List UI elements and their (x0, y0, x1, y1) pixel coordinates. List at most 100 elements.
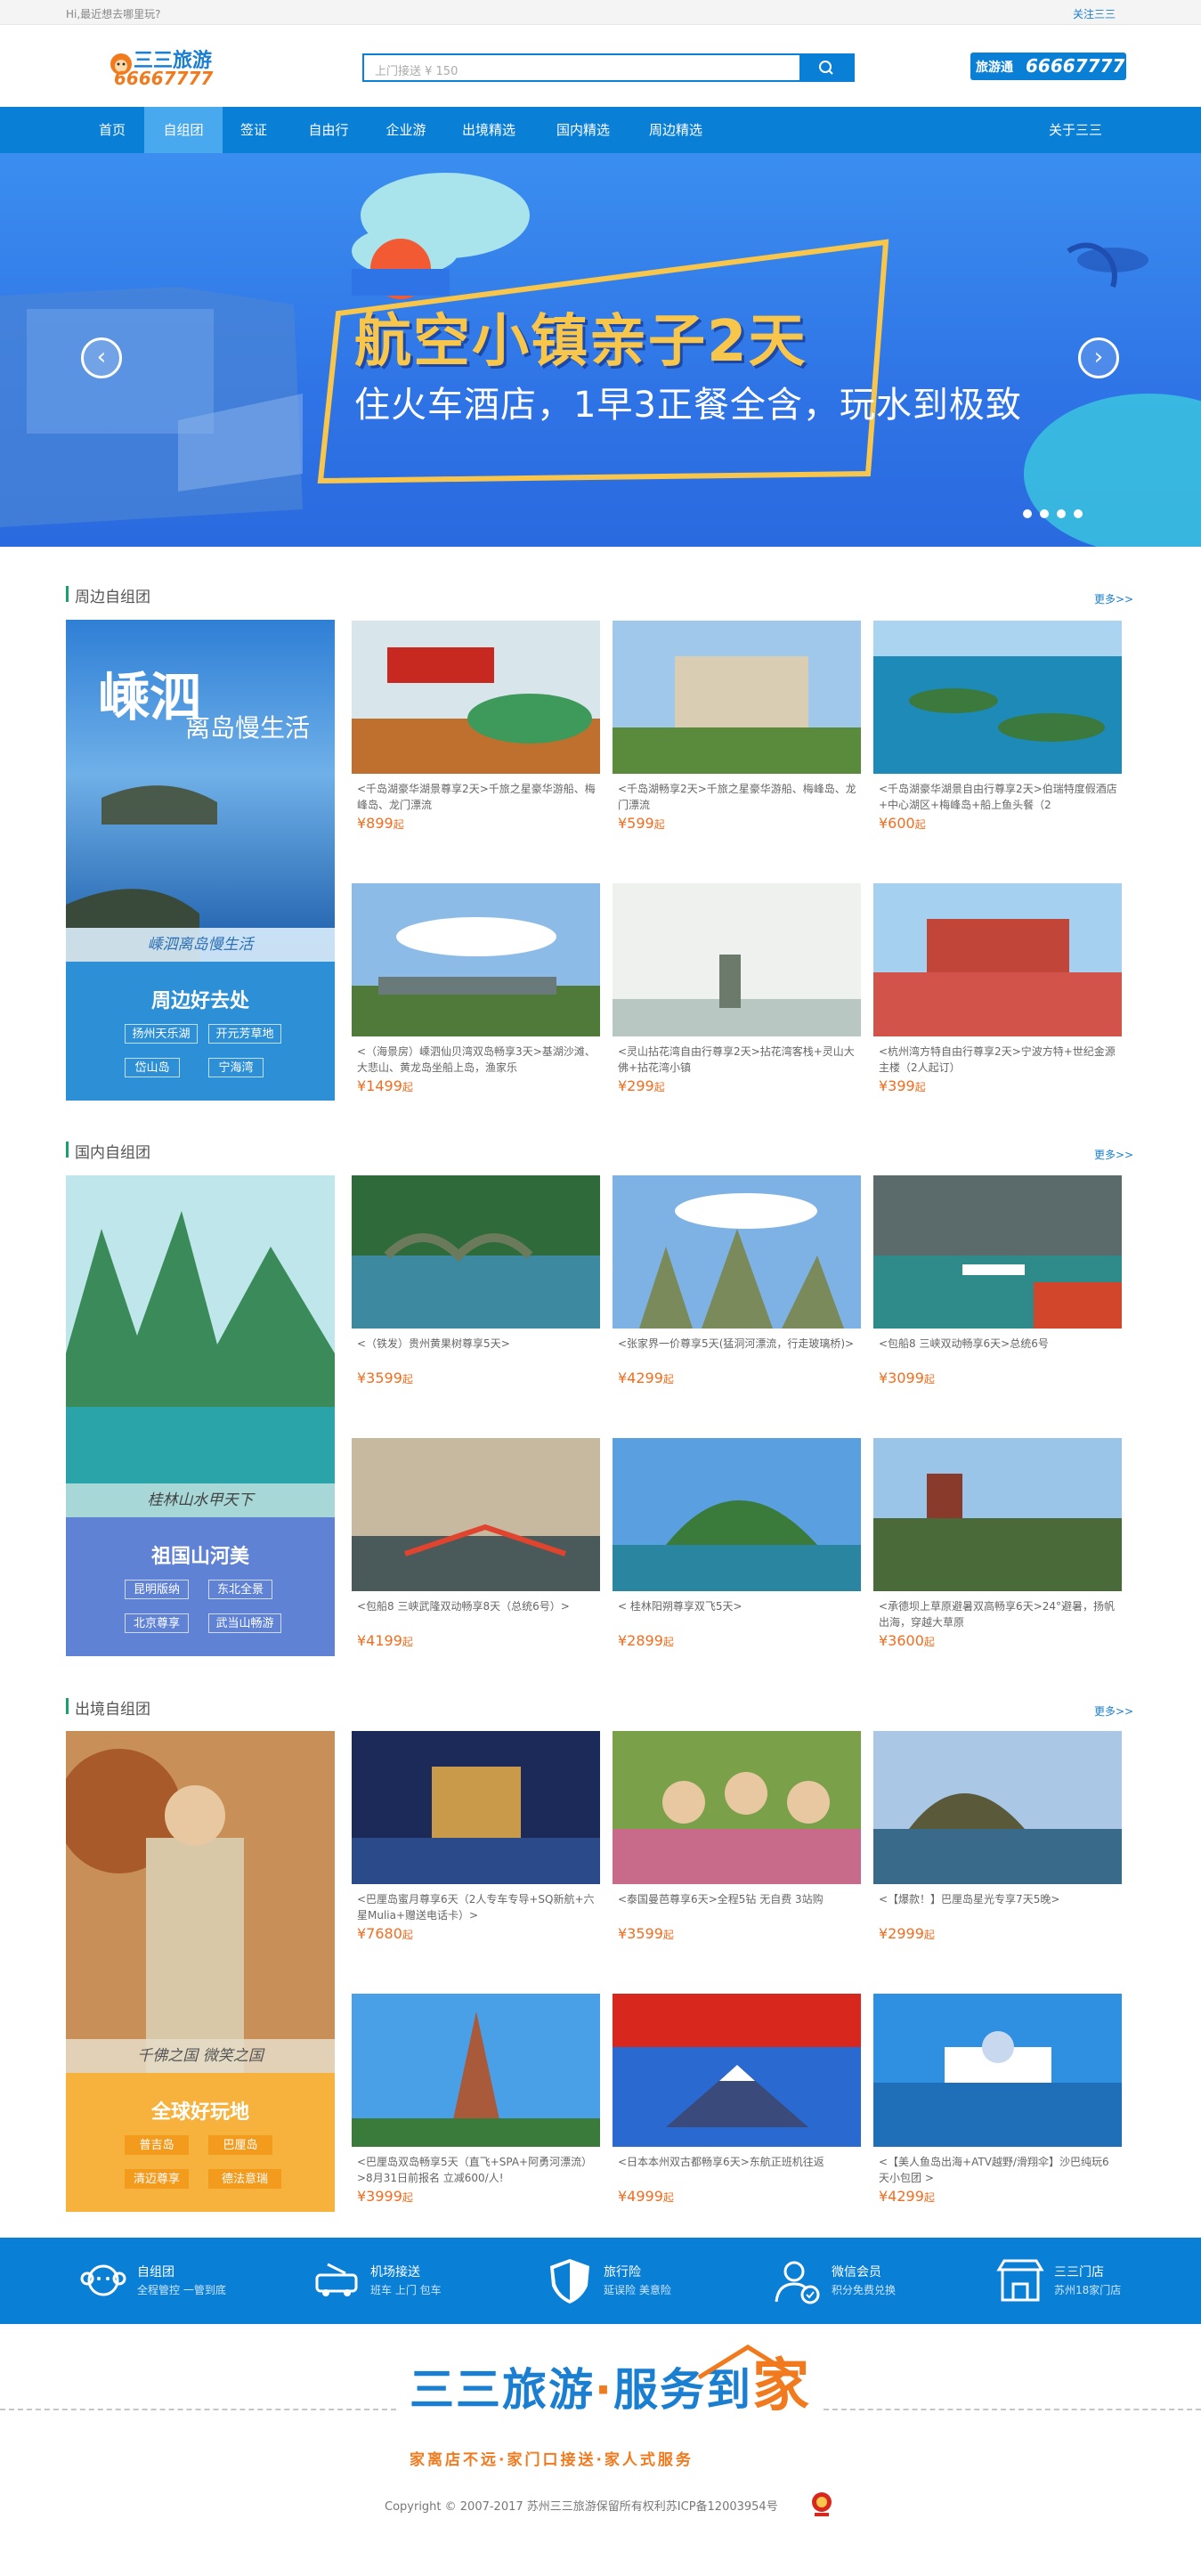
tour-card[interactable]: <千岛湖豪华湖景自由行尊享2天>伯瑞特度假酒店+中心湖区+梅峰岛+船上鱼头餐（2… (873, 621, 1122, 843)
tag-link[interactable]: 普吉岛 (125, 2135, 189, 2155)
tour-card[interactable]: <泰国曼芭尊享6天>全程5钻 无自费 3站购 ¥3599起 (613, 1731, 861, 1954)
tour-card[interactable]: <日本本州双古都畅享6天>东航正班机往返 ¥4999起 (613, 1994, 861, 2216)
nav-item-home[interactable]: 首页 (82, 107, 142, 153)
feature-insurance[interactable]: 旅行险 延误险 美意险 (543, 2255, 712, 2309)
tour-title: <巴厘岛双岛畅享5天（直飞+SPA+阿勇河漂流）>8月31日前报名 立减600/… (357, 2156, 593, 2184)
tour-image (873, 1994, 1122, 2147)
feature-title: 机场接送 (370, 2265, 420, 2279)
tour-card[interactable]: <张家界一价尊享5天(猛洞河漂流，行走玻璃桥)> ¥4299起 (613, 1175, 861, 1398)
search-button[interactable] (799, 55, 853, 80)
banner-dot-4[interactable] (1074, 509, 1083, 518)
feature-box: 祖国山河美 昆明版纳 东北全景 北京尊享 武当山畅游 (66, 1517, 335, 1656)
feature-airport[interactable]: 机场接送 班车 上门 包车 (310, 2255, 479, 2309)
tag-link[interactable]: 清迈尊享 (125, 2169, 189, 2189)
tag-link[interactable]: 北京尊享 (125, 1613, 189, 1633)
feature-card-nearby[interactable]: 嵊泗 离岛慢生活 嵊泗离岛慢生活 周边好去处 扬州天乐湖 开元芳草地 岱山岛 宁… (66, 620, 335, 1101)
tour-card[interactable]: <承德坝上草原避暑双高畅享6天>24°避暑，扬帆出海，穿越大草原 ¥3600起 (873, 1438, 1122, 1661)
police-badge-icon[interactable] (807, 2490, 836, 2518)
tag-link[interactable]: 宁海湾 (208, 1058, 264, 1077)
more-link-outbound[interactable]: 更多>> (1094, 1703, 1133, 1719)
tour-title: <【爆款！】巴厘岛星光专享7天5晚> (879, 1893, 1060, 1906)
tag-link[interactable]: 昆明版纳 (125, 1580, 189, 1599)
feature-stores[interactable]: 三三门店 苏州18家门店 (994, 2255, 1163, 2309)
tour-card[interactable]: <千岛湖豪华湖景尊享2天>千旅之星豪华游船、梅峰岛、龙门漂流 ¥899起 (352, 621, 600, 843)
tag-link[interactable]: 巴厘岛 (208, 2135, 272, 2155)
tour-card[interactable]: < 桂林阳朔尊享双飞5天> ¥2899起 (613, 1438, 861, 1661)
nav-item-group-tour[interactable]: 自组团 (144, 107, 223, 153)
tour-image (873, 1731, 1122, 1884)
tag-link[interactable]: 德法意瑞 (208, 2169, 281, 2189)
feature-wechat-member[interactable]: 微信会员 积分免费兑换 (771, 2255, 940, 2309)
nav-item-about[interactable]: 关于三三 (1033, 107, 1118, 153)
tag-link[interactable]: 岱山岛 (125, 1058, 180, 1077)
tour-title: <【美人鱼岛出海+ATV越野/滑翔伞】沙巴纯玩6天小包团 > (879, 2156, 1109, 2184)
tour-card[interactable]: <【美人鱼岛出海+ATV越野/滑翔伞】沙巴纯玩6天小包团 > ¥4299起 (873, 1994, 1122, 2216)
tour-card[interactable]: <【爆款！】巴厘岛星光专享7天5晚> ¥2999起 (873, 1731, 1122, 1954)
follow-link[interactable]: 关注三三 (1073, 6, 1116, 21)
chevron-right-icon: › (1093, 344, 1104, 370)
banner-next-button[interactable]: › (1078, 337, 1119, 378)
more-link-domestic[interactable]: 更多>> (1094, 1147, 1133, 1162)
feature-image-thailand (66, 1731, 335, 2075)
tour-card[interactable]: <巴厘岛双岛畅享5天（直飞+SPA+阿勇河漂流）>8月31日前报名 立减600/… (352, 1994, 600, 2216)
tour-card[interactable]: <（铁发）贵州黄果树尊享5天> ¥3599起 (352, 1175, 600, 1398)
nav-item-outbound[interactable]: 出境精选 (450, 107, 527, 153)
top-bar: Hi,最近想去哪里玩? 关注三三 (0, 0, 1201, 25)
tour-image (613, 883, 861, 1036)
tour-image (873, 883, 1122, 1036)
tour-title: <千岛湖豪华湖景尊享2天>千旅之星豪华游船、梅峰岛、龙门漂流 (357, 783, 596, 811)
hotline-number: 66667777 (1026, 55, 1125, 77)
feature-caption: 桂林山水甲天下 (66, 1483, 335, 1517)
more-link-nearby[interactable]: 更多>> (1094, 591, 1133, 606)
service-features: 自组团 全程管控 一管到底 机场接送 班车 上门 包车 旅行险 延误险 美意险 … (0, 2238, 1201, 2324)
tour-image (352, 1175, 600, 1329)
tour-card[interactable]: <包船8 三峡双动畅享6天>总统6号 ¥3099起 (873, 1175, 1122, 1398)
tour-card[interactable]: <巴厘岛蜜月尊享6天（2人专车专导+SQ新航+六星Mulia+赠送电话卡）> ¥… (352, 1731, 600, 1954)
tour-title: <巴厘岛蜜月尊享6天（2人专车专导+SQ新航+六星Mulia+赠送电话卡）> (357, 1893, 595, 1922)
tour-card[interactable]: <杭州湾方特自由行尊享2天>宁波方特+世纪金源主楼（2人起订） ¥399起 (873, 883, 1122, 1106)
nav-item-nearby[interactable]: 周边精选 (637, 107, 714, 153)
search-input[interactable]: 上门接送 ¥ 150 (375, 61, 458, 78)
tag-link[interactable]: 开元芳草地 (208, 1024, 281, 1044)
banner-prev-button[interactable]: ‹ (81, 337, 122, 378)
feature-card-domestic[interactable]: 桂林山水甲天下 祖国山河美 昆明版纳 东北全景 北京尊享 武当山畅游 (66, 1175, 335, 1656)
feature-title: 自组团 (137, 2265, 174, 2279)
feature-desc: 积分免费兑换 (832, 2284, 897, 2296)
tour-image (352, 1731, 600, 1884)
shield-icon (550, 2259, 589, 2304)
tour-image (873, 1438, 1122, 1591)
tour-title: <张家界一价尊享5天(猛洞河漂流，行走玻璃桥)> (618, 1337, 855, 1350)
logo-phone: 66667777 (114, 68, 214, 89)
nav-item-free-travel[interactable]: 自由行 (294, 107, 363, 153)
banner-dot-1[interactable] (1023, 509, 1032, 518)
tour-price: ¥3999起 (357, 2188, 413, 2205)
tag-link[interactable]: 东北全景 (208, 1580, 272, 1599)
tour-card[interactable]: <（海景房）嵊泗仙贝湾双岛畅享3天>基湖沙滩、大悲山、黄龙岛坐船上岛，渔家乐 ¥… (352, 883, 600, 1106)
feature-group-tour[interactable]: 自组团 全程管控 一管到底 (77, 2255, 246, 2309)
tour-card[interactable]: <灵山拈花湾自由行尊享2天>拈花湾客栈+灵山大佛+拈花湾小镇 ¥299起 (613, 883, 861, 1106)
banner-dot-3[interactable] (1057, 509, 1066, 518)
feature-headline-sub: 离岛慢生活 (185, 713, 311, 743)
tour-title: <承德坝上草原避暑双高畅享6天>24°避暑，扬帆出海，穿越大草原 (879, 1600, 1116, 1629)
banner-dot-2[interactable] (1040, 509, 1049, 518)
feature-card-outbound[interactable]: 千佛之国 微笑之国 全球好玩地 普吉岛 巴厘岛 清迈尊享 德法意瑞 (66, 1731, 335, 2212)
feature-box-title: 全球好玩地 (150, 2101, 249, 2124)
footer-tagline: 家离店不远·家门口接送·家人式服务 (410, 2451, 694, 2469)
tour-price: ¥899起 (357, 815, 404, 832)
tour-price: ¥3599起 (357, 1369, 413, 1386)
monkey-icon (80, 2264, 126, 2296)
tour-card[interactable]: <千岛湖畅享2天>千旅之星豪华游船、梅峰岛、龙门漂流 ¥599起 (613, 621, 861, 843)
tour-price: ¥299起 (618, 1077, 665, 1094)
nav-item-corporate[interactable]: 企业游 (370, 107, 442, 153)
tag-link[interactable]: 扬州天乐湖 (125, 1024, 198, 1044)
nav-item-domestic[interactable]: 国内精选 (545, 107, 621, 153)
car-icon (315, 2263, 358, 2296)
tour-title: <杭州湾方特自由行尊享2天>宁波方特+世纪金源主楼（2人起订） (879, 1045, 1116, 1074)
feature-image-guilin (66, 1175, 335, 1519)
tour-card[interactable]: <包船8 三峡武隆双动畅享8天（总统6号）> ¥4199起 (352, 1438, 600, 1661)
nav-item-visa[interactable]: 签证 (224, 107, 283, 153)
tour-price: ¥600起 (879, 815, 926, 832)
hero-banner[interactable]: 航空小镇亲子2天 住火车酒店，1早3正餐全含，玩水到极致 ‹ › (0, 153, 1201, 547)
tag-link[interactable]: 武当山畅游 (208, 1613, 281, 1633)
feature-title: 三三门店 (1054, 2265, 1104, 2279)
